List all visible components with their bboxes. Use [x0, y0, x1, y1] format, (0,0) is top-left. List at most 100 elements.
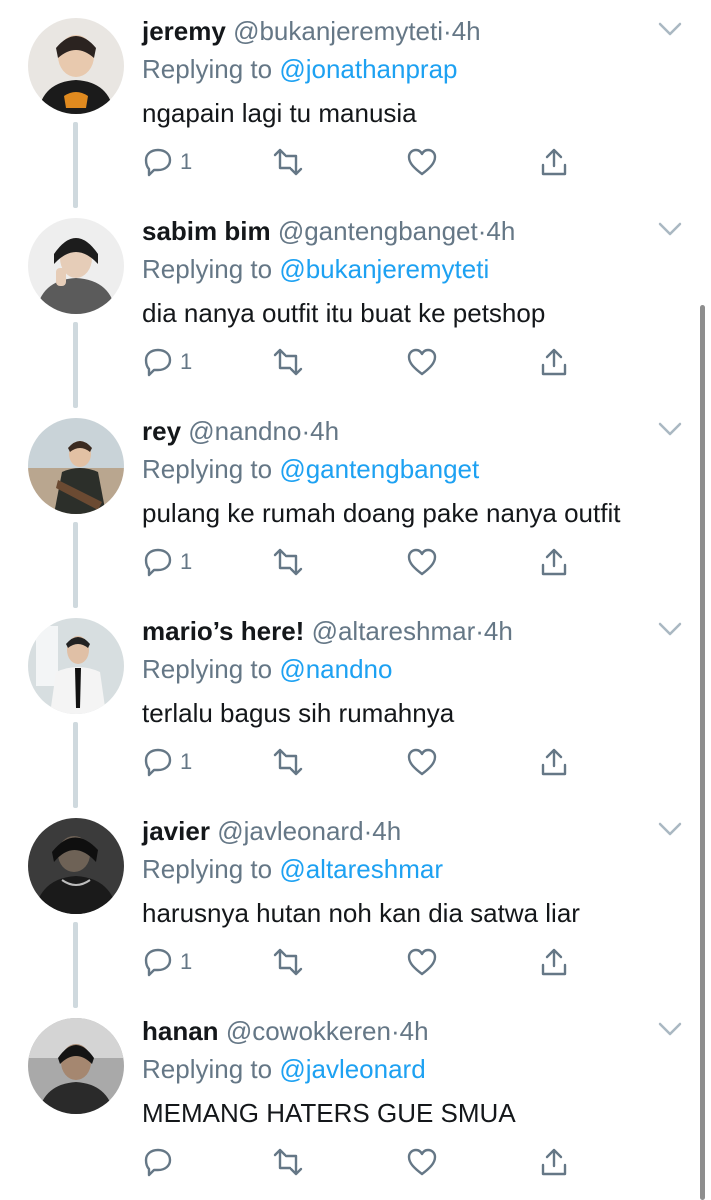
- display-name[interactable]: javier: [142, 816, 210, 846]
- share-button[interactable]: [538, 942, 570, 982]
- timestamp[interactable]: 4h: [484, 616, 513, 646]
- like-icon: [407, 948, 437, 976]
- display-name[interactable]: sabim bim: [142, 216, 271, 246]
- retweet-icon: [273, 948, 303, 976]
- action-bar: 1: [142, 342, 592, 382]
- like-button[interactable]: [406, 942, 438, 982]
- timestamp[interactable]: 4h: [372, 816, 401, 846]
- reply-icon: [144, 1148, 172, 1177]
- user-handle[interactable]: @javleonard: [217, 816, 363, 846]
- mention-link[interactable]: @gantengbanget: [279, 454, 479, 484]
- mention-link[interactable]: @jonathanprap: [279, 54, 457, 84]
- chevron-down-icon[interactable]: [657, 1020, 683, 1038]
- user-handle[interactable]: @gantengbanget: [278, 216, 478, 246]
- action-bar: 1: [142, 942, 592, 982]
- replying-to-label: Replying to: [142, 454, 273, 484]
- share-button[interactable]: [538, 342, 570, 382]
- reply-count: 1: [180, 749, 193, 774]
- replying-to: Replying to @gantengbanget: [142, 452, 479, 486]
- like-icon: [407, 148, 437, 176]
- timestamp[interactable]: 4h: [486, 216, 515, 246]
- tweet[interactable]: jeremy @bukanjeremyteti·4h Replying to @…: [0, 0, 711, 208]
- replying-to: Replying to @altareshmar: [142, 852, 443, 886]
- retweet-button[interactable]: [272, 942, 304, 982]
- share-icon: [541, 148, 567, 176]
- avatar[interactable]: [28, 218, 124, 314]
- tweet-text: dia nanya outfit itu buat ke petshop: [142, 298, 546, 328]
- chevron-down-icon[interactable]: [657, 620, 683, 638]
- reply-icon: [144, 948, 172, 977]
- retweet-button[interactable]: [272, 742, 304, 782]
- chevron-down-icon[interactable]: [657, 20, 683, 38]
- share-button[interactable]: [538, 542, 570, 582]
- action-bar: 1: [142, 142, 592, 182]
- tweet[interactable]: javier @javleonard·4h Replying to @altar…: [0, 800, 711, 1008]
- display-name[interactable]: jeremy: [142, 16, 226, 46]
- replying-to-label: Replying to: [142, 1054, 273, 1084]
- retweet-button[interactable]: [272, 142, 304, 182]
- reply-count: 1: [180, 949, 193, 974]
- share-button[interactable]: [538, 742, 570, 782]
- like-button[interactable]: [406, 342, 438, 382]
- reply-button[interactable]: 1: [142, 942, 192, 982]
- separator-dot: ·: [390, 1016, 400, 1046]
- mention-link[interactable]: @altareshmar: [279, 854, 443, 884]
- share-button[interactable]: [538, 1142, 570, 1182]
- chevron-down-icon[interactable]: [657, 220, 683, 238]
- timestamp[interactable]: 4h: [400, 1016, 429, 1046]
- share-button[interactable]: [538, 142, 570, 182]
- avatar[interactable]: [28, 818, 124, 914]
- tweet[interactable]: hanan @cowokkeren·4h Replying to @javleo…: [0, 1000, 711, 1200]
- tweet[interactable]: mario’s here! @altareshmar·4h Replying t…: [0, 600, 711, 808]
- like-button[interactable]: [406, 142, 438, 182]
- display-name[interactable]: hanan: [142, 1016, 219, 1046]
- reply-button[interactable]: 1: [142, 742, 192, 782]
- user-handle[interactable]: @bukanjeremyteti: [233, 16, 443, 46]
- reply-button[interactable]: [142, 1142, 180, 1182]
- tweet-text: terlalu bagus sih rumahnya: [142, 698, 455, 728]
- mention-link[interactable]: @bukanjeremyteti: [279, 254, 489, 284]
- avatar[interactable]: [28, 1018, 124, 1114]
- retweet-icon: [273, 548, 303, 576]
- replying-to: Replying to @jonathanprap: [142, 52, 458, 86]
- retweet-button[interactable]: [272, 1142, 304, 1182]
- thread-connector-line: [73, 922, 78, 1008]
- display-name[interactable]: rey: [142, 416, 181, 446]
- thread-connector-line: [73, 522, 78, 608]
- reply-count: 1: [180, 349, 193, 374]
- tweet-text: harusnya hutan noh kan dia satwa liar: [142, 898, 580, 928]
- user-handle[interactable]: @altareshmar: [312, 616, 476, 646]
- retweet-button[interactable]: [272, 342, 304, 382]
- scrollbar[interactable]: [700, 305, 705, 1200]
- tweet-text: pulang ke rumah doang pake nanya outfit: [142, 498, 621, 528]
- timestamp[interactable]: 4h: [452, 16, 481, 46]
- timestamp[interactable]: 4h: [310, 416, 339, 446]
- retweet-button[interactable]: [272, 542, 304, 582]
- mention-link[interactable]: @javleonard: [279, 1054, 425, 1084]
- tweet[interactable]: rey @nandno·4h Replying to @gantengbange…: [0, 400, 711, 608]
- user-handle[interactable]: @cowokkeren: [226, 1016, 391, 1046]
- tweet[interactable]: sabim bim @gantengbanget·4h Replying to …: [0, 200, 711, 408]
- reply-button[interactable]: 1: [142, 142, 192, 182]
- reply-button[interactable]: 1: [142, 542, 192, 582]
- avatar-photo: [28, 18, 124, 114]
- tweet-header: hanan @cowokkeren·4h: [142, 1014, 429, 1048]
- action-bar: [142, 1142, 592, 1182]
- like-button[interactable]: [406, 542, 438, 582]
- user-handle[interactable]: @nandno: [188, 416, 301, 446]
- retweet-icon: [273, 148, 303, 176]
- reply-button[interactable]: 1: [142, 342, 192, 382]
- display-name[interactable]: mario’s here!: [142, 616, 304, 646]
- avatar[interactable]: [28, 618, 124, 714]
- like-button[interactable]: [406, 742, 438, 782]
- avatar[interactable]: [28, 418, 124, 514]
- mention-link[interactable]: @nandno: [279, 654, 392, 684]
- reply-count: 1: [180, 149, 193, 174]
- thread-connector-line: [73, 322, 78, 408]
- chevron-down-icon[interactable]: [657, 420, 683, 438]
- chevron-down-icon[interactable]: [657, 820, 683, 838]
- avatar[interactable]: [28, 18, 124, 114]
- separator-dot: ·: [363, 816, 373, 846]
- like-button[interactable]: [406, 1142, 438, 1182]
- like-icon: [407, 548, 437, 576]
